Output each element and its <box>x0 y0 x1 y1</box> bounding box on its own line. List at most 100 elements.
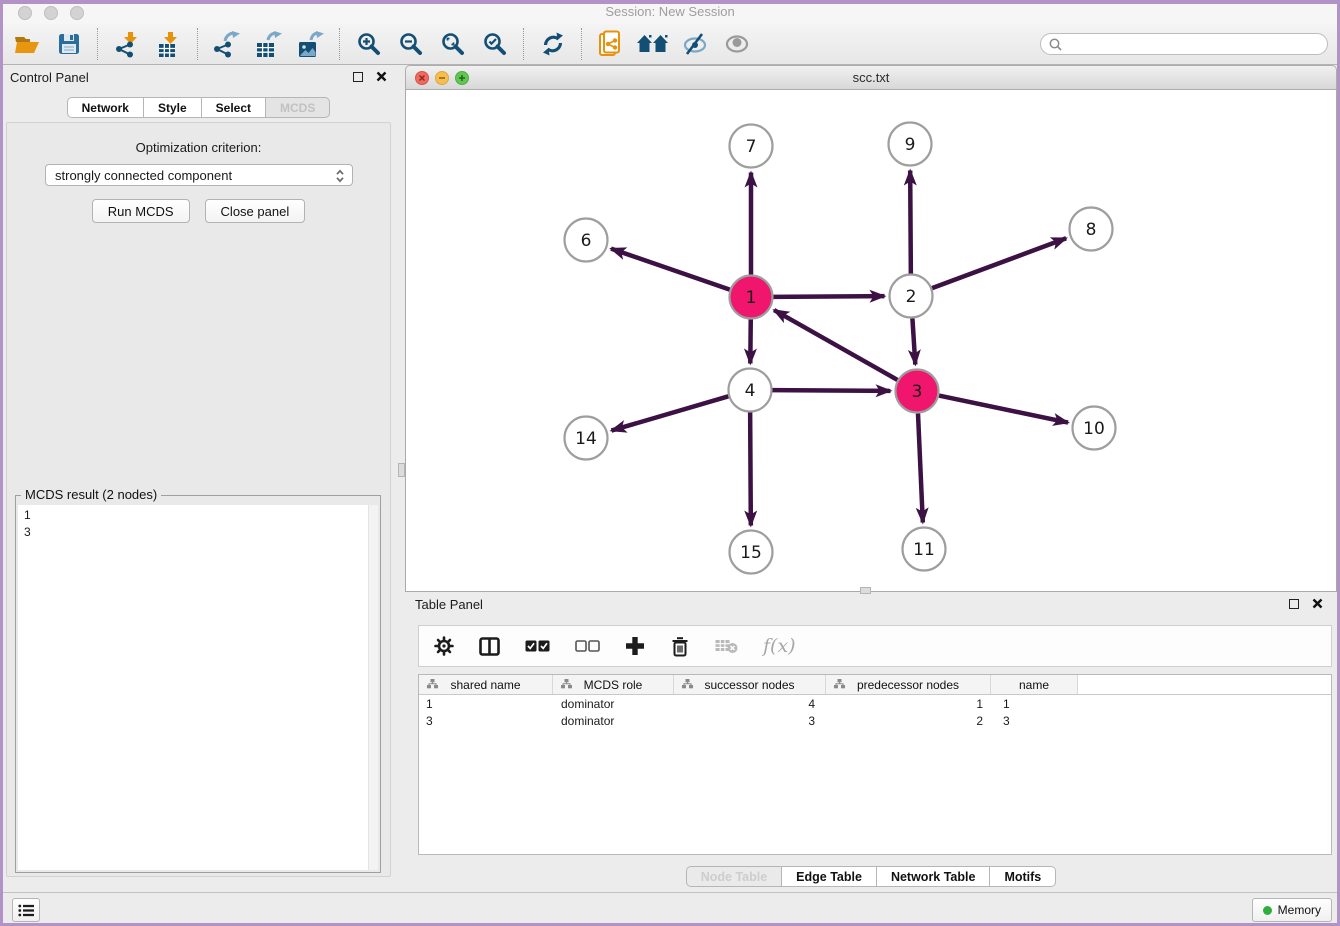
show-eye-icon <box>724 34 750 54</box>
graph-edge-2-8[interactable] <box>932 238 1066 288</box>
column-header-mcds-role[interactable]: MCDS role <box>553 675 674 694</box>
export-table-icon <box>255 31 283 58</box>
table-row[interactable]: 3 dominator 3 2 3 <box>419 712 1331 729</box>
column-header-shared-name[interactable]: shared name <box>419 675 553 694</box>
tab-edge-table[interactable]: Edge Table <box>782 866 877 887</box>
tab-select[interactable]: Select <box>202 97 266 118</box>
show-columns-button[interactable] <box>479 637 500 656</box>
graph-edge-4-14[interactable] <box>611 396 728 430</box>
session-title: Session: New Session <box>0 4 1340 19</box>
graph-edge-3-1[interactable] <box>774 310 897 380</box>
graph-edge-2-9[interactable] <box>910 170 911 273</box>
graph-edge-1-6[interactable] <box>611 249 730 290</box>
toolbar-separator <box>581 28 583 60</box>
result-scrollbar[interactable] <box>368 505 378 870</box>
function-builder-button[interactable]: f(x) <box>763 635 796 657</box>
run-mcds-button[interactable]: Run MCDS <box>92 199 190 223</box>
first-neighbors-button[interactable] <box>632 26 674 62</box>
deselect-all-button[interactable] <box>575 640 600 652</box>
optimization-criterion-select[interactable]: strongly connected component <box>45 164 353 186</box>
zoom-selected-button[interactable] <box>474 26 516 62</box>
export-table-button[interactable] <box>248 26 290 62</box>
apply-layout-button[interactable] <box>532 26 574 62</box>
mcds-result-textarea[interactable]: 1 3 <box>18 505 378 870</box>
graph-edge-3-11[interactable] <box>918 413 923 522</box>
column-header-successor-nodes[interactable]: successor nodes <box>674 675 826 694</box>
import-network-button[interactable] <box>106 26 148 62</box>
table-row[interactable]: 1 dominator 4 1 1 <box>419 695 1331 712</box>
splitter-grip-horizontal[interactable] <box>860 587 871 594</box>
delete-column-button[interactable] <box>670 636 690 657</box>
toolbar-separator <box>197 28 199 60</box>
graph-node-label-11: 11 <box>913 540 935 560</box>
float-table-panel-icon[interactable] <box>1289 599 1299 609</box>
graph-node-label-10: 10 <box>1083 419 1105 439</box>
tab-mcds[interactable]: MCDS <box>266 97 330 118</box>
search-icon <box>1049 38 1062 51</box>
export-network-button[interactable] <box>206 26 248 62</box>
cell-name: 3 <box>991 714 1078 728</box>
select-stepper-icon <box>334 169 346 183</box>
network-view-window: scc.txt 1234678910111415 <box>405 65 1337 592</box>
tab-network-table[interactable]: Network Table <box>877 866 991 887</box>
select-all-button[interactable] <box>525 640 550 652</box>
cell-shared-name: 1 <box>419 697 553 711</box>
memory-button[interactable]: Memory <box>1252 898 1332 922</box>
graph-edge-4-3[interactable] <box>772 390 890 391</box>
import-table-button[interactable] <box>148 26 190 62</box>
apply-layout-icon <box>541 32 565 56</box>
toolbar-separator <box>523 28 525 60</box>
toolbar-separator <box>97 28 99 60</box>
search-box[interactable] <box>1040 33 1328 55</box>
import-table-icon <box>156 31 182 58</box>
hide-selected-button[interactable] <box>674 26 716 62</box>
graph-edge-2-3[interactable] <box>912 318 915 364</box>
graph-edge-3-10[interactable] <box>939 396 1068 423</box>
show-all-button[interactable] <box>716 26 758 62</box>
panel-splitter[interactable] <box>397 65 405 893</box>
network-document-icon <box>598 30 624 58</box>
tab-motifs[interactable]: Motifs <box>990 866 1056 887</box>
column-header-name[interactable]: name <box>991 675 1078 694</box>
close-panel-icon[interactable] <box>376 71 387 82</box>
graph-edge-1-2[interactable] <box>773 296 884 297</box>
search-input[interactable] <box>1067 36 1319 52</box>
memory-label: Memory <box>1278 903 1321 917</box>
zoom-fit-button[interactable] <box>432 26 474 62</box>
export-image-button[interactable] <box>290 26 332 62</box>
show-panels-button[interactable] <box>12 898 40 922</box>
network-graph[interactable]: 1234678910111415 <box>406 90 1336 590</box>
double-house-icon <box>636 33 670 55</box>
delete-table-button[interactable] <box>715 638 738 654</box>
cell-shared-name: 3 <box>419 714 553 728</box>
column-header-predecessor-nodes[interactable]: predecessor nodes <box>826 675 991 694</box>
network-window-titlebar[interactable]: scc.txt <box>405 65 1337 90</box>
close-panel-button[interactable]: Close panel <box>205 199 306 223</box>
zoom-fit-icon <box>441 32 465 56</box>
zoom-in-button[interactable] <box>348 26 390 62</box>
cell-mcds-role: dominator <box>553 697 674 711</box>
delete-table-icon <box>715 638 738 654</box>
tab-network[interactable]: Network <box>67 97 144 118</box>
float-panel-icon[interactable] <box>353 72 363 82</box>
table-panel-title: Table Panel <box>415 597 483 612</box>
optimization-criterion-value: strongly connected component <box>55 168 232 183</box>
open-session-button[interactable] <box>6 26 48 62</box>
mcds-result-title: MCDS result (2 nodes) <box>21 487 161 502</box>
save-session-button[interactable] <box>48 26 90 62</box>
close-table-panel-icon[interactable] <box>1312 598 1323 609</box>
tab-style[interactable]: Style <box>144 97 202 118</box>
create-column-button[interactable] <box>625 636 645 656</box>
network-canvas[interactable]: 1234678910111415 <box>405 90 1337 592</box>
tab-node-table[interactable]: Node Table <box>686 866 782 887</box>
cell-successor-nodes: 4 <box>674 697 826 711</box>
gear-icon <box>434 636 454 656</box>
cell-mcds-role: dominator <box>553 714 674 728</box>
folder-open-icon <box>14 33 40 55</box>
splitter-grip-vertical[interactable] <box>398 463 405 477</box>
new-network-from-selection-button[interactable] <box>590 26 632 62</box>
zoom-out-button[interactable] <box>390 26 432 62</box>
table-settings-button[interactable] <box>434 636 454 656</box>
graph-node-label-6: 6 <box>581 231 592 251</box>
graph-edge-4-15[interactable] <box>750 412 751 525</box>
